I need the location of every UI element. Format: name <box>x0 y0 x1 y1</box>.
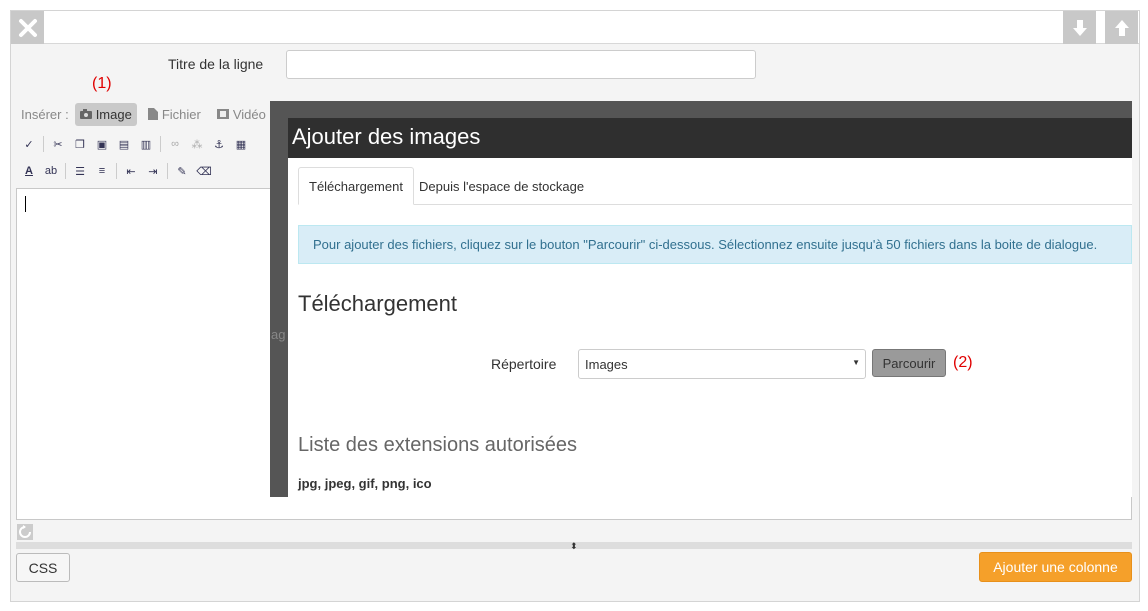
insert-file-label: Fichier <box>161 106 201 122</box>
top-bar <box>11 11 1139 44</box>
directory-select[interactable]: Images ▼ <box>578 349 866 379</box>
title-label: Titre de la ligne <box>168 56 264 72</box>
insert-file-button[interactable]: Fichier <box>143 103 206 126</box>
insert-image-button[interactable]: Image <box>74 102 137 126</box>
browse-button[interactable]: Parcourir <box>872 349 946 377</box>
dialog-title: Ajouter des images <box>288 118 1132 158</box>
editor-toolbar-row-2: A ab ☰ ≡ ⇤ ⇥ ✎ ⌫ <box>21 163 212 179</box>
upload-section-title: Téléchargement <box>298 291 457 316</box>
insert-row: Insérer : Image Fichier Vidéo <box>21 101 271 127</box>
paste-text-icon[interactable]: ▤ <box>116 136 132 152</box>
file-icon <box>147 108 158 120</box>
css-button[interactable]: CSS <box>16 553 70 582</box>
extensions-title: Liste des extensions autorisées <box>298 434 578 456</box>
paste-word-icon[interactable]: ▥ <box>138 136 154 152</box>
copy-icon[interactable]: ❐ <box>72 136 88 152</box>
cut-icon[interactable]: ✂ <box>50 136 66 152</box>
toolbar-separator <box>160 136 161 152</box>
move-down-button[interactable] <box>1063 11 1096 44</box>
tab-storage[interactable]: Depuis l'espace de stockage <box>409 167 594 205</box>
directory-select-value: Images <box>585 357 628 372</box>
highlight-color-icon[interactable]: ab <box>43 163 59 179</box>
brush-icon[interactable]: ✎ <box>174 163 190 179</box>
add-images-dialog: Ajouter des images Téléchargement Depuis… <box>288 118 1132 497</box>
anchor-icon[interactable]: ⚓ <box>211 136 227 152</box>
title-input[interactable] <box>286 50 756 79</box>
backdrop-ghost-text: ag <box>271 327 286 342</box>
camera-icon <box>79 109 92 119</box>
chevron-down-icon: ▼ <box>852 358 860 367</box>
text-color-icon[interactable]: A <box>21 163 37 179</box>
insert-label: Insérer : <box>21 106 69 122</box>
text-caret <box>25 196 26 212</box>
toolbar-separator <box>116 163 117 179</box>
refresh-icon[interactable] <box>17 524 33 540</box>
paste-icon[interactable]: ▣ <box>94 136 110 152</box>
insert-image-label: Image <box>95 106 132 122</box>
editor-toolbar-row-1: ✓ ✂ ❐ ▣ ▤ ▥ ∞ ⁂ ⚓ ▦ <box>21 136 249 152</box>
insert-video-label: Vidéo <box>232 106 266 122</box>
outdent-icon[interactable]: ⇤ <box>123 163 139 179</box>
dialog-tabs: Téléchargement Depuis l'espace de stocka… <box>298 167 1132 205</box>
close-button[interactable] <box>11 11 44 44</box>
film-icon <box>216 109 229 119</box>
extensions-list: jpg, jpeg, gif, png, ico <box>298 476 432 491</box>
insert-video-button[interactable]: Vidéo <box>212 103 271 126</box>
image-icon[interactable]: ▦ <box>233 136 249 152</box>
arrow-up-icon <box>1114 19 1129 36</box>
tab-upload[interactable]: Téléchargement <box>298 167 414 205</box>
arrow-down-icon <box>1072 19 1087 36</box>
link-icon[interactable]: ∞ <box>167 136 183 152</box>
unlink-icon[interactable]: ⁂ <box>189 136 205 152</box>
spellcheck-icon[interactable]: ✓ <box>21 136 37 152</box>
close-icon <box>18 18 37 37</box>
bulleted-list-icon[interactable]: ☰ <box>72 163 88 179</box>
toolbar-separator <box>65 163 66 179</box>
toolbar-separator <box>167 163 168 179</box>
toolbar-separator <box>43 136 44 152</box>
annotation-2: (2) <box>953 354 973 371</box>
indent-icon[interactable]: ⇥ <box>145 163 161 179</box>
directory-label: Répertoire <box>491 356 557 372</box>
info-message: Pour ajouter des fichiers, cliquez sur l… <box>298 225 1132 264</box>
eraser-icon[interactable]: ⌫ <box>196 163 212 179</box>
resize-handle-icon[interactable]: ⬍ <box>570 541 578 552</box>
add-column-button[interactable]: Ajouter une colonne <box>979 552 1132 582</box>
numbered-list-icon[interactable]: ≡ <box>94 163 110 179</box>
move-up-button[interactable] <box>1105 11 1138 44</box>
annotation-1: (1) <box>92 75 112 92</box>
